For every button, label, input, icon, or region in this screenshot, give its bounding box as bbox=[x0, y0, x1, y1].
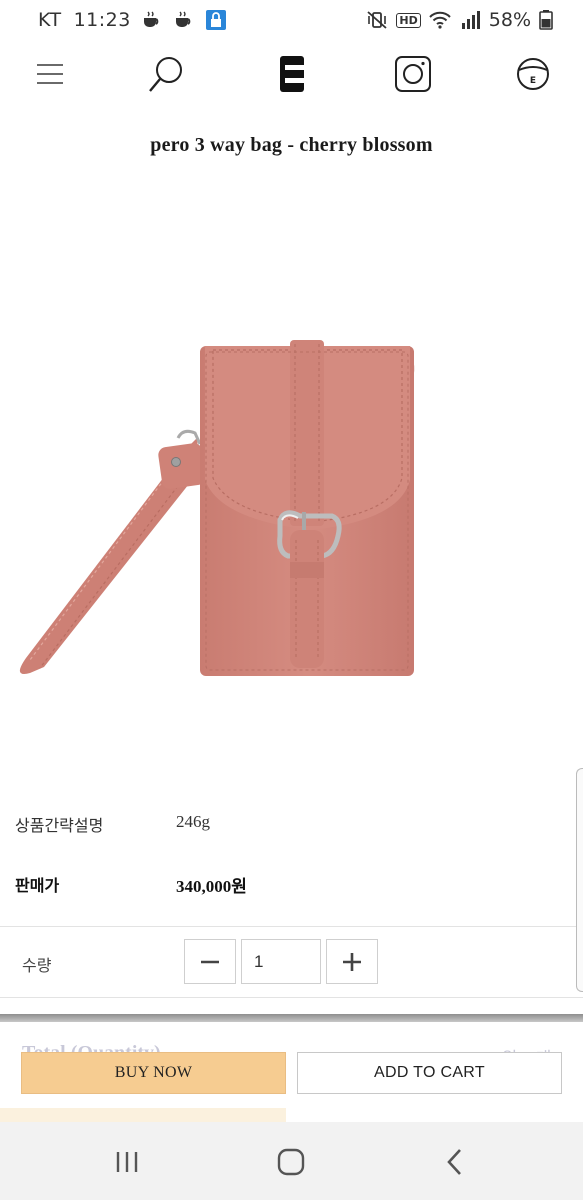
price-value: 340,000원 bbox=[176, 877, 247, 896]
android-nav-bar bbox=[0, 1122, 583, 1200]
summary-value: 246g bbox=[176, 812, 210, 831]
profile-e-icon: E bbox=[517, 58, 549, 90]
top-nav: E bbox=[0, 44, 583, 104]
menu-button[interactable] bbox=[28, 52, 72, 96]
sticky-buy-bar: Total (Quantity) 340,000원 (1개) BUY NOW A… bbox=[0, 1022, 583, 1122]
plus-icon bbox=[343, 952, 361, 971]
summary-label: 상품간략설명 bbox=[15, 818, 104, 835]
back-icon bbox=[447, 1149, 461, 1175]
instagram-button[interactable] bbox=[391, 52, 435, 96]
vibrate-mute-icon bbox=[367, 11, 388, 29]
status-left: KT 11:23 bbox=[38, 9, 227, 31]
signal-icon bbox=[461, 11, 480, 29]
recents-button[interactable] bbox=[102, 1142, 152, 1182]
instagram-icon bbox=[395, 56, 431, 92]
sticky-strip bbox=[0, 1108, 286, 1122]
home-icon bbox=[277, 1148, 305, 1176]
hamburger-icon bbox=[37, 64, 63, 84]
network-hd-badge: HD bbox=[396, 12, 421, 28]
product-image bbox=[0, 190, 583, 750]
quantity-label: 수량 bbox=[22, 958, 52, 975]
page-scrollbar-handle[interactable] bbox=[576, 768, 583, 992]
price-label: 판매가 bbox=[15, 878, 60, 895]
time-label: 11:23 bbox=[73, 9, 131, 31]
battery-percent: 58% bbox=[488, 9, 531, 31]
status-bar: KT 11:23 HD 58% bbox=[0, 0, 583, 40]
status-right: HD 58% bbox=[366, 9, 553, 31]
home-button[interactable] bbox=[266, 1142, 316, 1182]
back-button[interactable] bbox=[430, 1142, 480, 1182]
search-button[interactable] bbox=[145, 52, 189, 96]
quantity-minus-button[interactable] bbox=[184, 939, 236, 984]
quantity-plus-button[interactable] bbox=[326, 939, 378, 984]
divider bbox=[0, 997, 583, 998]
info-row-summary: 상품간략설명 246g bbox=[15, 808, 555, 838]
add-to-cart-button[interactable]: ADD TO CART bbox=[297, 1052, 562, 1094]
account-button[interactable]: E bbox=[511, 52, 555, 96]
battery-icon bbox=[539, 10, 553, 30]
minus-icon bbox=[201, 960, 219, 963]
quantity-input[interactable] bbox=[241, 939, 321, 984]
buy-now-button[interactable]: BUY NOW bbox=[21, 1052, 286, 1094]
search-icon bbox=[149, 57, 182, 92]
secure-lock-icon bbox=[205, 10, 226, 30]
profile-letter: E bbox=[530, 76, 536, 86]
wifi-icon bbox=[429, 11, 451, 29]
info-row-price: 판매가 340,000원 bbox=[15, 868, 555, 898]
carrier-label: KT bbox=[38, 9, 62, 31]
coffee-cup-icon bbox=[143, 11, 159, 27]
recents-icon bbox=[116, 1152, 138, 1172]
divider bbox=[0, 926, 583, 927]
bag-illustration bbox=[19, 340, 415, 676]
coffee-cup-icon bbox=[175, 11, 191, 27]
product-title: pero 3 way bag - cherry blossom bbox=[150, 134, 433, 156]
brand-logo[interactable] bbox=[270, 52, 314, 96]
brand-logo-icon bbox=[280, 56, 304, 92]
